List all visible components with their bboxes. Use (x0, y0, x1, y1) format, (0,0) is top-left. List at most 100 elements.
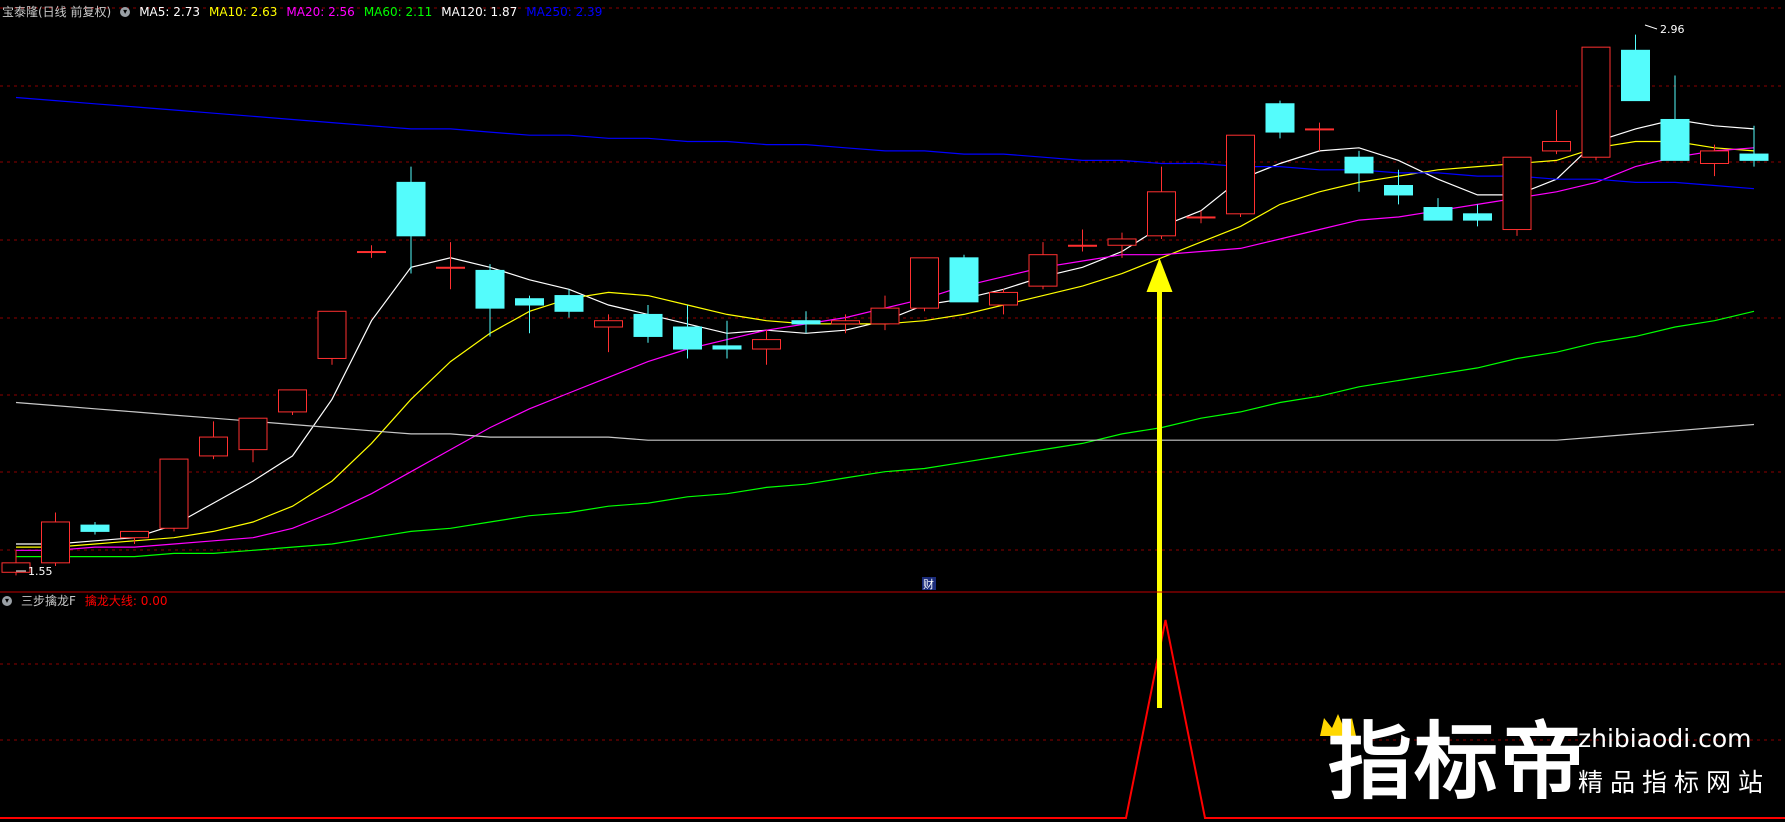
candle-body (1226, 134, 1255, 215)
candle-body (199, 436, 228, 457)
candle-body (1147, 191, 1176, 237)
main-panel-header: 宝泰隆(日线 前复权) ▾ MA5: 2.73 MA10: 2.63 MA20:… (2, 2, 611, 22)
watermark-url: zhibiaodi.com (1578, 724, 1752, 753)
candle[interactable] (1344, 150, 1374, 192)
candle-body (1739, 153, 1769, 161)
candle-body (831, 320, 860, 325)
watermark-slogan: 精品指标网站 (1578, 768, 1771, 797)
candle-body (1265, 103, 1295, 133)
ma250-label: MA250: 2.39 (526, 5, 603, 19)
candle[interactable] (317, 310, 347, 365)
candle-body (515, 298, 544, 306)
candle[interactable] (1028, 242, 1058, 290)
candle[interactable] (1621, 34, 1650, 102)
candle[interactable] (80, 521, 110, 535)
candle-body (791, 320, 821, 325)
candle-body (712, 345, 742, 350)
candle-body (1581, 46, 1611, 158)
candle-body (1700, 150, 1729, 165)
candle[interactable] (1660, 75, 1690, 161)
candle-body (80, 524, 110, 532)
candle[interactable] (1463, 204, 1492, 227)
candle-body (1423, 207, 1453, 221)
ma-line-ma120 (15, 401, 1755, 441)
candle[interactable] (949, 254, 979, 303)
candle[interactable] (594, 314, 623, 353)
ma20-label: MA20: 2.56 (286, 5, 355, 19)
sub-panel-header: ▾ 三步擒龙F 擒龙大线: 0.00 (2, 591, 176, 611)
candle-body (1502, 156, 1532, 231)
candle[interactable] (357, 245, 386, 258)
ma120-label: MA120: 1.87 (441, 5, 518, 19)
candle[interactable] (1305, 122, 1334, 151)
candle-body (278, 389, 307, 413)
ma-line-ma20 (16, 147, 1755, 551)
candle[interactable] (1186, 210, 1216, 224)
candle-body (1542, 140, 1571, 152)
candle-body (1305, 128, 1334, 131)
candle-body (1068, 244, 1097, 247)
settings-dropdown-icon[interactable]: ▾ (120, 7, 131, 17)
candle[interactable] (41, 512, 70, 566)
indicator-dropdown-icon[interactable]: ▾ (2, 596, 12, 606)
candle[interactable] (436, 242, 465, 290)
candle-body (317, 310, 347, 359)
candle-body (1621, 49, 1650, 102)
candle[interactable] (396, 166, 426, 274)
ma10-label: MA10: 2.63 (208, 5, 278, 19)
candle-body (1344, 156, 1374, 174)
candle[interactable] (1700, 144, 1729, 177)
candle-body (752, 339, 781, 350)
candle-body (554, 295, 584, 312)
candle[interactable] (1423, 198, 1453, 221)
indicator-title[interactable]: 三步擒龙F (21, 591, 76, 611)
candle-body (475, 269, 505, 309)
candle[interactable] (1739, 125, 1769, 167)
fin-badge[interactable]: 财 (923, 577, 934, 591)
candlesticks[interactable] (1, 34, 1769, 576)
candle-body (396, 181, 426, 237)
candle[interactable] (278, 389, 307, 416)
candle-body (159, 458, 189, 529)
ma-line-ma5 (16, 118, 1755, 545)
candle[interactable] (475, 264, 505, 337)
candle[interactable] (791, 311, 821, 334)
candle-body (1028, 254, 1058, 287)
candle[interactable] (752, 330, 781, 365)
watermark-brand: 指标帝 (1328, 713, 1587, 811)
candle[interactable] (989, 289, 1018, 315)
candle-body (594, 320, 623, 328)
candle[interactable] (1226, 134, 1255, 217)
candle[interactable] (159, 458, 189, 532)
candle-body (910, 257, 939, 309)
candle-body (357, 251, 386, 254)
candle[interactable] (238, 417, 268, 463)
candle[interactable] (1147, 166, 1176, 239)
candle[interactable] (1502, 156, 1532, 236)
candle[interactable] (910, 257, 939, 312)
candle[interactable] (1265, 100, 1295, 139)
candle[interactable] (1581, 46, 1611, 161)
candle[interactable] (633, 305, 663, 343)
candle-body (1660, 118, 1690, 161)
candle[interactable] (199, 421, 228, 460)
candle-body (436, 266, 465, 269)
high-marker-tick (1644, 24, 1658, 30)
ma60-label: MA60: 2.11 (363, 5, 433, 19)
candle[interactable] (1068, 229, 1097, 252)
candle-body (633, 313, 663, 337)
candle[interactable] (673, 305, 702, 359)
candle[interactable] (712, 320, 742, 359)
candle[interactable] (870, 295, 900, 331)
candle[interactable] (1, 550, 31, 576)
candle-body (120, 530, 149, 539)
low-price-marker: 1.55 (28, 565, 53, 578)
stock-title[interactable]: 宝泰隆(日线 前复权) (2, 2, 111, 22)
ma-line-ma250 (15, 96, 1755, 190)
candle[interactable] (1542, 110, 1571, 155)
candle-body (870, 307, 900, 325)
candle-body (1463, 213, 1492, 221)
candle[interactable] (1107, 232, 1137, 258)
candle[interactable] (515, 295, 544, 334)
candle-body (238, 417, 268, 451)
